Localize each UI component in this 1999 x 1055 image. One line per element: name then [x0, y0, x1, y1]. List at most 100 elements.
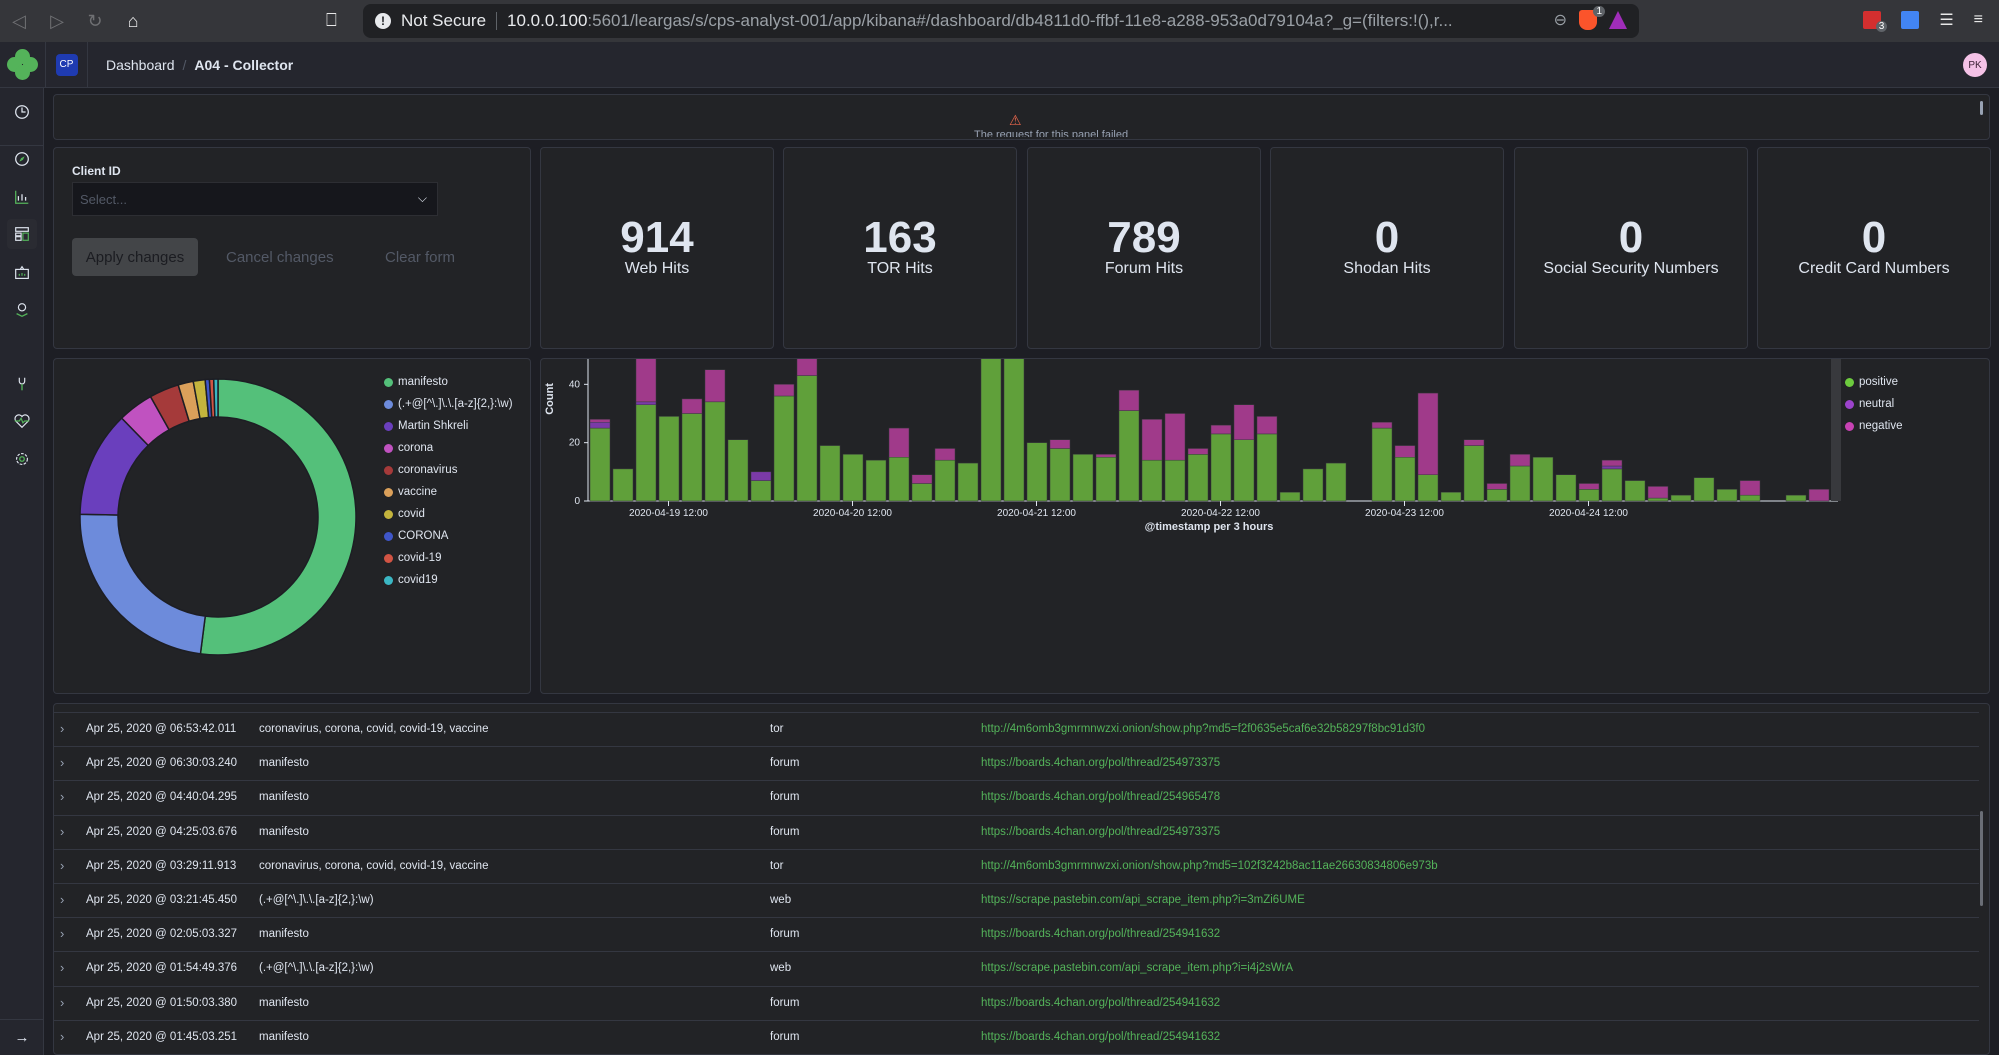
cell-url[interactable]: https://boards.4chan.org/pol/thread/2549…: [981, 997, 1220, 1009]
bar-segment-positive: [1532, 457, 1554, 502]
menu-icon[interactable]: ≡: [1974, 11, 1983, 29]
cell-url[interactable]: https://scrape.pastebin.com/api_scrape_i…: [981, 894, 1305, 906]
bar-segment-positive: [635, 404, 657, 502]
expand-row-icon[interactable]: ›: [60, 755, 64, 770]
donut-legend: manifesto (.+@[^\.]\.\.[a-z]{2,}:\w) Marti…: [384, 371, 513, 591]
security-label[interactable]: Not Secure: [401, 11, 486, 31]
collapse-nav-button[interactable]: →: [0, 1019, 44, 1055]
legend-item[interactable]: covid: [384, 503, 513, 525]
user-avatar[interactable]: PK: [1963, 53, 1987, 77]
table-row[interactable]: › Apr 25, 2020 @ 06:53:42.011 coronavirus,…: [54, 712, 1979, 746]
cell-url[interactable]: https://boards.4chan.org/pol/thread/2549…: [981, 791, 1220, 803]
table-row[interactable]: › Apr 25, 2020 @ 03:21:45.450 (.+@[^\.]\.\…: [54, 883, 1979, 917]
space-selector[interactable]: CP: [46, 41, 88, 88]
expand-row-icon[interactable]: ›: [60, 721, 64, 736]
brave-rewards-icon[interactable]: [1609, 11, 1627, 29]
client-id-select[interactable]: Select... ⌵: [72, 182, 438, 216]
legend-item-negative[interactable]: negative: [1845, 415, 1902, 437]
table-row[interactable]: › Apr 25, 2020 @ 02:05:03.327 manifesto for…: [54, 917, 1979, 951]
legend-item[interactable]: vaccine: [384, 481, 513, 503]
cell-url[interactable]: https://boards.4chan.org/pol/thread/2549…: [981, 928, 1220, 940]
cell-url[interactable]: http://4m6omb3gmrmnwzxi.onion/show.php?m…: [981, 860, 1438, 872]
discover-icon[interactable]: [12, 149, 32, 169]
dev-tools-icon[interactable]: [12, 374, 32, 394]
cell-url[interactable]: https://boards.4chan.org/pol/thread/2549…: [981, 826, 1220, 838]
cell-timestamp: Apr 25, 2020 @ 01:50:03.380: [86, 996, 238, 1009]
bar-segment-positive: [1233, 439, 1255, 502]
visualize-icon[interactable]: [12, 187, 32, 207]
metric-value: 0: [1618, 213, 1644, 262]
legend-item-neutral[interactable]: neutral: [1845, 393, 1902, 415]
forward-button[interactable]: ▷: [38, 0, 76, 42]
address-bar[interactable]: ! Not Secure 10.0.0.100 :5601/leargas/s/…: [363, 4, 1639, 38]
expand-row-icon[interactable]: ›: [60, 824, 64, 839]
back-button[interactable]: ◁: [0, 0, 38, 42]
bar-segment-neutral: [589, 422, 611, 429]
legend-dot-icon: [384, 465, 393, 475]
extension-badge: 3: [1875, 21, 1888, 32]
bookmark-button[interactable]: ⎕: [326, 10, 337, 31]
url-host: 10.0.0.100: [507, 11, 588, 30]
legend-item[interactable]: Martin Shkreli: [384, 415, 513, 437]
recently-viewed-icon[interactable]: [12, 102, 32, 122]
translate-extension-icon[interactable]: [1901, 11, 1920, 29]
cell-timestamp: Apr 25, 2020 @ 03:29:11.913: [86, 859, 237, 872]
cell-url[interactable]: http://4m6omb3gmrmnwzxi.onion/show.php?m…: [981, 723, 1425, 735]
table-row[interactable]: › Apr 25, 2020 @ 03:29:11.913 coronavirus,…: [54, 848, 1979, 883]
table-row[interactable]: › Apr 25, 2020 @ 04:25:03.676 manifesto for…: [54, 814, 1979, 849]
legend-item[interactable]: CORONA: [384, 525, 513, 547]
cell-keywords: manifesto: [259, 791, 309, 804]
management-gear-icon[interactable]: [12, 449, 32, 469]
legend-item[interactable]: coronavirus: [384, 459, 513, 481]
expand-row-icon[interactable]: ›: [60, 1029, 64, 1044]
table-row[interactable]: › Apr 25, 2020 @ 04:40:04.295 manifesto for…: [54, 780, 1979, 814]
maps-icon[interactable]: [12, 300, 32, 320]
bar-segment-positive: [589, 427, 611, 502]
legend-item[interactable]: covid-19: [384, 547, 513, 569]
clear-form-button[interactable]: Clear form: [385, 238, 455, 276]
table-row[interactable]: › Apr 25, 2020 @ 01:54:49.376 (.+@[^\.]\.\…: [54, 951, 1979, 985]
expand-row-icon[interactable]: ›: [60, 858, 64, 873]
cell-timestamp: Apr 25, 2020 @ 06:53:42.011: [86, 723, 237, 735]
bar-segment-positive: [1578, 489, 1600, 502]
apply-changes-button[interactable]: Apply changes: [72, 238, 198, 276]
expand-row-icon[interactable]: ›: [60, 995, 64, 1010]
table-row[interactable]: › Apr 25, 2020 @ 01:45:03.251 manifesto for…: [54, 1019, 1979, 1054]
reload-icon: ↻: [87, 10, 103, 31]
cell-url[interactable]: https://boards.4chan.org/pol/thread/2549…: [981, 1031, 1220, 1043]
bar-segment-negative: [1233, 404, 1255, 440]
table-scrollbar[interactable]: [1980, 811, 1983, 906]
legend-item[interactable]: covid19: [384, 569, 513, 591]
bar-segment-positive: [1371, 427, 1393, 502]
legend-label: coronavirus: [398, 464, 458, 476]
table-row[interactable]: › Apr 25, 2020 @ 01:50:03.380 manifesto for…: [54, 985, 1979, 1020]
zoom-icon[interactable]: ⊖: [1554, 10, 1567, 30]
panel-scrollbar[interactable]: [1980, 101, 1983, 115]
expand-row-icon[interactable]: ›: [60, 926, 64, 941]
legend-item[interactable]: manifesto: [384, 371, 513, 393]
cell-url[interactable]: https://scrape.pastebin.com/api_scrape_i…: [981, 962, 1293, 974]
table-row[interactable]: › Apr 25, 2020 @ 06:30:03.240 manifesto for…: [54, 746, 1979, 780]
cell-url[interactable]: https://boards.4chan.org/pol/thread/2549…: [981, 757, 1220, 769]
expand-row-icon[interactable]: ›: [60, 960, 64, 975]
breadcrumb-dashboard[interactable]: Dashboard: [106, 57, 175, 73]
monitoring-icon[interactable]: [12, 411, 32, 431]
expand-row-icon[interactable]: ›: [60, 789, 64, 804]
home-button[interactable]: ⌂: [114, 0, 152, 42]
cancel-changes-button[interactable]: Cancel changes: [226, 238, 334, 276]
extension-red-icon[interactable]: 3: [1863, 11, 1888, 32]
expand-row-icon[interactable]: ›: [60, 892, 64, 907]
bar-segment-negative: [635, 359, 657, 403]
logo-button[interactable]: [0, 41, 46, 88]
bar-segment-positive: [1187, 454, 1209, 502]
legend-item[interactable]: corona: [384, 437, 513, 459]
legend-item[interactable]: (.+@[^\.]\.\.[a-z]{2,}:\w): [384, 393, 513, 415]
metric-ssn: 0 Social Security Numbers: [1514, 147, 1748, 349]
warning-triangle-icon: ⚠: [1009, 112, 1022, 128]
reload-button[interactable]: ↻: [76, 0, 114, 42]
canvas-icon[interactable]: [12, 263, 32, 283]
dashboard-icon[interactable]: [7, 219, 37, 249]
brave-shields-icon[interactable]: 1: [1579, 6, 1605, 30]
playlist-icon[interactable]: ☰: [1939, 10, 1953, 30]
legend-item-positive[interactable]: positive: [1845, 371, 1902, 393]
